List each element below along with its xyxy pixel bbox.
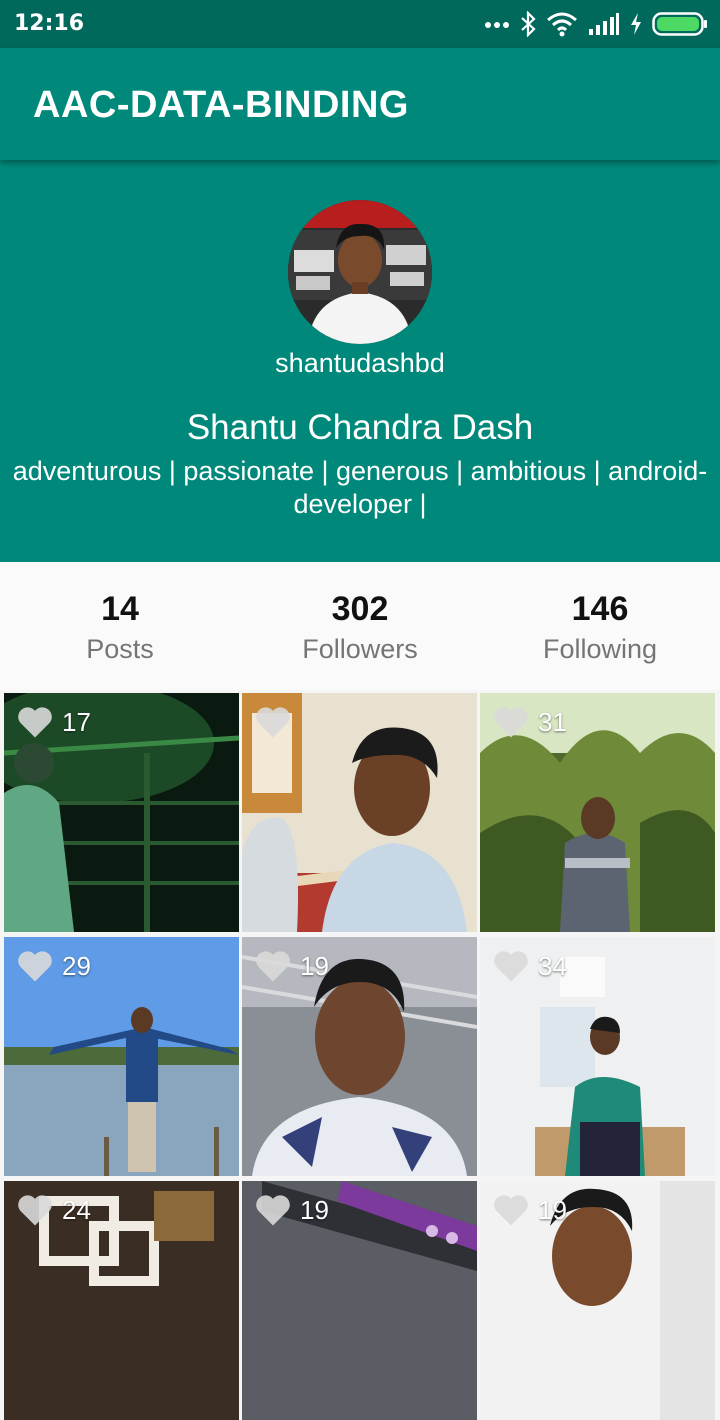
like-count: 31 (538, 706, 567, 737)
stats-row: 14 Posts 302 Followers 146 Following (0, 562, 720, 690)
post-tile[interactable]: 19 (480, 1181, 715, 1420)
post-tile[interactable]: 31 (480, 693, 715, 932)
like-count: 34 (538, 950, 567, 981)
stat-value: 146 (571, 590, 629, 628)
username: shantudashbd (275, 348, 445, 378)
like-indicator[interactable] (254, 705, 300, 739)
like-count: 19 (300, 950, 329, 981)
avatar[interactable] (288, 200, 432, 344)
stat-label: Posts (86, 634, 154, 664)
profile-header: shantudashbd Shantu Chandra Dash adventu… (0, 160, 720, 562)
heart-icon (494, 1195, 528, 1226)
like-indicator[interactable]: 31 (492, 705, 567, 739)
status-bar: 12:16 (0, 0, 720, 48)
like-indicator[interactable]: 34 (492, 949, 567, 983)
like-indicator[interactable]: 29 (16, 949, 91, 983)
stat-value: 14 (101, 590, 139, 628)
heart-icon (18, 707, 52, 738)
like-count: 19 (538, 1194, 567, 1225)
like-count: 17 (62, 706, 91, 737)
post-tile[interactable]: 19 (242, 937, 477, 1176)
status-time: 12:16 (14, 11, 85, 36)
like-indicator[interactable]: 19 (254, 1193, 329, 1227)
status-icons (484, 10, 708, 38)
like-indicator[interactable]: 19 (492, 1193, 567, 1227)
bluetooth-icon (521, 11, 536, 37)
like-indicator[interactable]: 24 (16, 1193, 91, 1227)
heart-icon (494, 951, 528, 982)
like-count: 29 (62, 950, 91, 981)
post-tile[interactable]: 24 (4, 1181, 239, 1420)
stat-posts[interactable]: 14 Posts (0, 562, 240, 690)
heart-icon (18, 951, 52, 982)
heart-icon (494, 707, 528, 738)
like-count: 19 (300, 1194, 329, 1225)
stat-value: 302 (331, 590, 389, 628)
full-name: Shantu Chandra Dash (186, 408, 534, 447)
heart-icon (256, 707, 290, 738)
charging-icon (631, 13, 641, 35)
wifi-icon (547, 12, 577, 37)
battery-icon (652, 12, 707, 36)
app-title: AAC-DATA-BINDING (33, 84, 409, 126)
more-dots-icon (485, 22, 509, 28)
app-bar: AAC-DATA-BINDING (0, 48, 720, 160)
heart-icon (18, 1195, 52, 1226)
like-indicator[interactable]: 19 (254, 949, 329, 983)
post-tile[interactable]: 17 (4, 693, 239, 932)
stat-label: Following (542, 634, 658, 664)
post-tile[interactable] (242, 693, 477, 932)
heart-icon (256, 951, 290, 982)
stat-following[interactable]: 146 Following (480, 562, 720, 690)
post-tile[interactable]: 19 (242, 1181, 477, 1420)
post-tile[interactable]: 34 (480, 937, 715, 1176)
heart-icon (256, 1195, 290, 1226)
stat-label: Followers (302, 634, 418, 664)
stat-followers[interactable]: 302 Followers (240, 562, 480, 690)
like-count: 24 (62, 1194, 91, 1225)
like-indicator[interactable]: 17 (16, 705, 91, 739)
bio: adventurous | passionate | generous | am… (12, 456, 708, 519)
signal-icon (589, 13, 619, 35)
photo-grid: 17 31 29 19 34 24 19 19 (4, 693, 716, 1420)
post-tile[interactable]: 29 (4, 937, 239, 1176)
